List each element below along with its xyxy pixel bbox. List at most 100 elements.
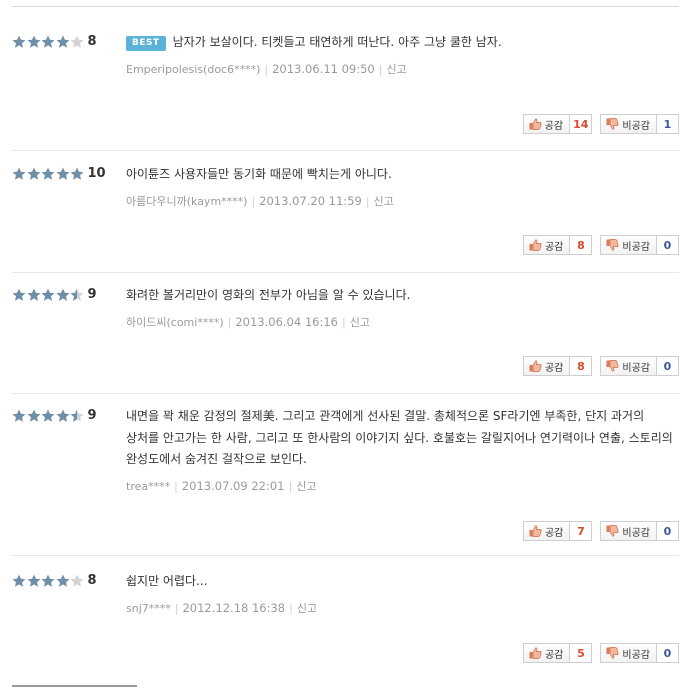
bottom-divider [12, 685, 137, 687]
date: 2013.06.04 16:16 [235, 314, 338, 329]
vote-controls: 공감 14 비공감 1 [522, 114, 679, 134]
thumbs-up-icon [529, 525, 542, 537]
star-rating [12, 167, 85, 181]
star-rating [12, 35, 85, 49]
thumbs-down-icon [606, 239, 619, 251]
star-icon [70, 35, 85, 49]
review-text: 내면을 꽉 채운 감정의 절제美. 그리고 관객에게 선사된 결말. 총체적으론… [126, 406, 679, 471]
review-meta: trea**** | 2013.07.09 22:01 | 신고 [126, 478, 317, 493]
review-item: 9 화려한 볼거리만이 영화의 전부가 아님을 알 수 있습니다. 하이드씨(c… [12, 287, 679, 394]
report-link[interactable]: 신고 [374, 195, 394, 208]
star-icon [56, 574, 71, 588]
star-rating [12, 288, 85, 302]
rating-score: 8 [87, 34, 97, 49]
dislike-button[interactable]: 비공감 [600, 356, 657, 376]
vote-controls: 공감 8 비공감 0 [522, 356, 679, 376]
date: 2013.07.20 11:59 [259, 193, 362, 208]
thumbs-up-icon [529, 118, 542, 130]
best-badge: BEST [126, 36, 166, 51]
like-button[interactable]: 공감 [522, 643, 571, 663]
author[interactable]: 아름다우니까(kaym****) [126, 195, 247, 208]
star-icon [27, 288, 42, 302]
star-icon [41, 574, 56, 588]
dislike-count: 0 [657, 356, 679, 376]
rating: 9 [12, 408, 97, 424]
rating: 9 [12, 287, 97, 303]
review-body: 남자가 보살이다. 티켓들고 태연하게 떠난다. 아주 그냥 쿨한 남자. [172, 35, 502, 49]
star-icon [27, 574, 42, 588]
vote-controls: 공감 8 비공감 0 [522, 235, 679, 255]
thumbs-down-icon [606, 525, 619, 537]
dislike-button[interactable]: 비공감 [600, 114, 657, 134]
report-link[interactable]: 신고 [296, 480, 316, 493]
dislike-count: 0 [657, 643, 679, 663]
star-icon [12, 288, 27, 302]
top-divider [12, 6, 679, 7]
dislike-button[interactable]: 비공감 [600, 235, 657, 255]
rating-score: 9 [87, 408, 97, 423]
review-body: 내면을 꽉 채운 감정의 절제美. 그리고 관객에게 선사된 결말. 총체적으론… [126, 409, 673, 466]
review-body: 아이튠즈 사용자들만 동기화 때문에 빡치는게 아니다. [126, 167, 392, 181]
vote-controls: 공감 7 비공감 0 [522, 521, 679, 541]
thumbs-down-icon [606, 118, 619, 130]
author[interactable]: Emperipolesis(doc6****) [126, 63, 260, 76]
author[interactable]: 하이드씨(comi****) [126, 316, 224, 329]
like-button[interactable]: 공감 [522, 521, 571, 541]
like-button[interactable]: 공감 [522, 356, 571, 376]
review-meta: Emperipolesis(doc6****) | 2013.06.11 09:50… [126, 61, 407, 76]
review-meta: 하이드씨(comi****) | 2013.06.04 16:16 | 신고 [126, 314, 370, 329]
star-icon [12, 409, 27, 423]
date: 2012.12.18 16:38 [182, 600, 286, 615]
star-icon [70, 574, 85, 588]
like-button[interactable]: 공감 [522, 235, 571, 255]
vote-controls: 공감 5 비공감 0 [522, 643, 679, 663]
like-count: 7 [570, 521, 593, 541]
review-meta: snj7**** | 2012.12.18 16:38 | 신고 [126, 600, 318, 615]
like-count: 14 [570, 114, 593, 134]
rating: 8 [12, 34, 97, 50]
like-count: 8 [570, 235, 593, 255]
dislike-button[interactable]: 비공감 [600, 521, 657, 541]
rating-score: 9 [87, 287, 97, 302]
date: 2013.06.11 09:50 [272, 61, 375, 76]
star-icon [27, 167, 42, 181]
review-meta: 아름다우니까(kaym****) | 2013.07.20 11:59 | 신고 [126, 193, 394, 208]
star-icon [12, 167, 27, 181]
star-icon [12, 35, 27, 49]
thumbs-down-icon [606, 360, 619, 372]
review-text: 화려한 볼거리만이 영화의 전부가 아님을 알 수 있습니다. [126, 285, 679, 307]
star-icon [41, 167, 56, 181]
star-icon [70, 409, 85, 423]
star-icon [27, 35, 42, 49]
report-link[interactable]: 신고 [297, 602, 317, 615]
like-button[interactable]: 공감 [522, 114, 571, 134]
dislike-count: 0 [657, 235, 679, 255]
dislike-button[interactable]: 비공감 [600, 643, 657, 663]
report-link[interactable]: 신고 [386, 63, 406, 76]
review-text: BEST 남자가 보살이다. 티켓들고 태연하게 떠난다. 아주 그냥 쿨한 남자… [126, 32, 679, 54]
star-rating [12, 409, 85, 423]
review-item: 9 내면을 꽉 채운 감정의 절제美. 그리고 관객에게 선사된 결말. 총체적… [12, 408, 679, 556]
star-icon [56, 167, 71, 181]
star-icon [41, 409, 56, 423]
thumbs-up-icon [529, 239, 542, 251]
rating: 10 [12, 166, 106, 182]
like-count: 8 [570, 356, 593, 376]
star-icon [56, 288, 71, 302]
rating-score: 8 [87, 573, 97, 588]
dislike-count: 0 [657, 521, 679, 541]
review-body: 쉽지만 어렵다... [126, 574, 208, 588]
star-icon [56, 409, 71, 423]
review-item: 10 아이튠즈 사용자들만 동기화 때문에 빡치는게 아니다. 아름다우니까(k… [12, 166, 679, 273]
like-count: 5 [570, 643, 593, 663]
dislike-count: 1 [657, 114, 679, 134]
author[interactable]: snj7**** [126, 602, 171, 615]
report-link[interactable]: 신고 [350, 316, 370, 329]
star-icon [27, 409, 42, 423]
review-text: 아이튠즈 사용자들만 동기화 때문에 빡치는게 아니다. [126, 164, 679, 186]
star-icon [70, 167, 85, 181]
thumbs-up-icon [529, 647, 542, 659]
rating-score: 10 [87, 166, 106, 181]
thumbs-up-icon [529, 360, 542, 372]
author[interactable]: trea**** [126, 480, 170, 493]
